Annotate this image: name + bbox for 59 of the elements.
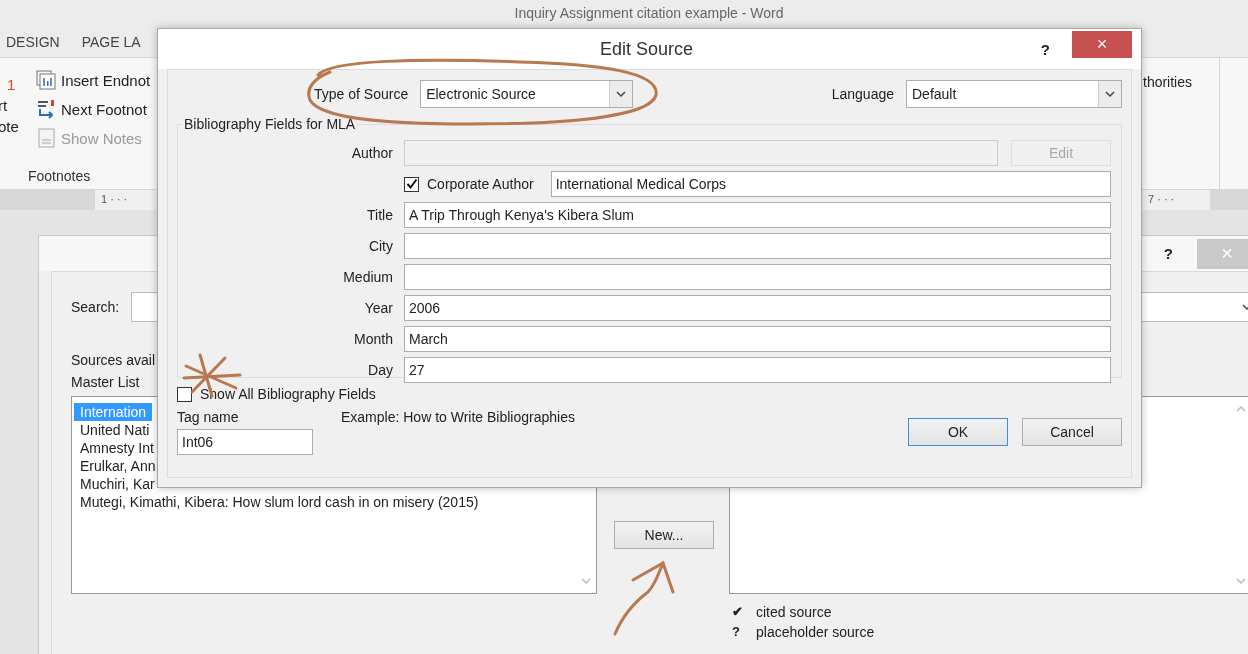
scroll-down-icon[interactable] xyxy=(581,577,591,585)
new-button[interactable]: New... xyxy=(614,521,714,549)
input-field[interactable]: A Trip Through Kenya's Kibera Slum xyxy=(404,202,1111,228)
field-label: Day xyxy=(367,362,393,378)
list-label: Sources avail xyxy=(71,352,157,368)
notes-icon xyxy=(36,128,58,148)
dialog-button[interactable]: Cancel xyxy=(1022,418,1122,446)
list-label: Master List xyxy=(71,374,141,390)
field-label: Author xyxy=(350,145,393,161)
field-label: Tag name xyxy=(177,409,240,425)
field-label: Type of Source xyxy=(314,86,409,102)
help-button[interactable]: ? xyxy=(1163,245,1173,262)
caret-icon xyxy=(616,90,627,98)
scroll-down-icon[interactable] xyxy=(1236,577,1246,585)
field-label: Medium xyxy=(342,269,393,285)
dialog-button[interactable]: OK xyxy=(908,418,1008,446)
close-button[interactable]: × xyxy=(1072,30,1132,58)
source-item[interactable]: United Nati xyxy=(74,421,156,439)
field-label: City xyxy=(367,238,393,254)
scroll-up-icon[interactable] xyxy=(1236,405,1246,413)
group-title: Bibliography Fields for MLA xyxy=(183,116,357,132)
language-dropdown[interactable]: Default xyxy=(906,80,1122,108)
field-label: Month xyxy=(353,331,393,347)
search-label: Search: xyxy=(71,299,120,315)
caret-icon xyxy=(1105,90,1115,98)
field-label: Language xyxy=(831,86,894,102)
legend-text: placeholder source xyxy=(756,624,875,640)
input-field[interactable]: Int06 xyxy=(177,429,313,455)
ribbon-command[interactable]: Insert Endnot xyxy=(61,71,151,89)
checkbox[interactable] xyxy=(404,176,419,192)
ruler-marks: 7 · · · xyxy=(1142,190,1210,210)
dialog-title: Edit Source xyxy=(600,38,694,60)
ribbon-tab[interactable]: PAGE LA xyxy=(81,33,141,50)
endnote-icon xyxy=(36,70,58,90)
group-label: Footnotes xyxy=(28,168,92,184)
ribbon-tab[interactable]: DESIGN xyxy=(6,33,60,50)
checkbox[interactable] xyxy=(177,386,192,402)
input-field[interactable]: 2006 xyxy=(404,295,1111,321)
example-text: Example: How to Write Bibliographies xyxy=(341,409,575,427)
legend-symbol: ✔ xyxy=(732,604,744,620)
source-item[interactable]: Mutegi, Kimathi, Kibera: How slum lord cash in on misery (2015) xyxy=(74,493,485,511)
window-title: Inquiry Assignment citation example - Word xyxy=(514,5,784,21)
input-field[interactable]: 27 xyxy=(404,357,1111,383)
field-label: Title xyxy=(366,207,393,223)
input-field[interactable]: March xyxy=(404,326,1111,352)
legend-text: cited source xyxy=(756,604,832,620)
ribbon-number: 1 xyxy=(6,76,17,93)
input-field[interactable] xyxy=(404,264,1111,290)
checkbox-label[interactable]: Corporate Author xyxy=(427,176,534,192)
input-field[interactable] xyxy=(404,233,1111,259)
source-item[interactable]: Muchiri, Kar xyxy=(74,475,161,493)
ribbon-command[interactable]: thorities xyxy=(1143,74,1193,90)
source-item[interactable]: Amnesty Int xyxy=(74,439,160,457)
source-type-dropdown[interactable]: Electronic Source xyxy=(420,80,634,108)
ribbon-command[interactable]: Next Footnot xyxy=(61,100,147,118)
field-label: Year xyxy=(363,300,393,316)
input-field[interactable]: International Medical Corps xyxy=(550,171,1111,197)
legend-symbol: ? xyxy=(732,624,741,640)
help-button[interactable]: ? xyxy=(1040,40,1050,58)
